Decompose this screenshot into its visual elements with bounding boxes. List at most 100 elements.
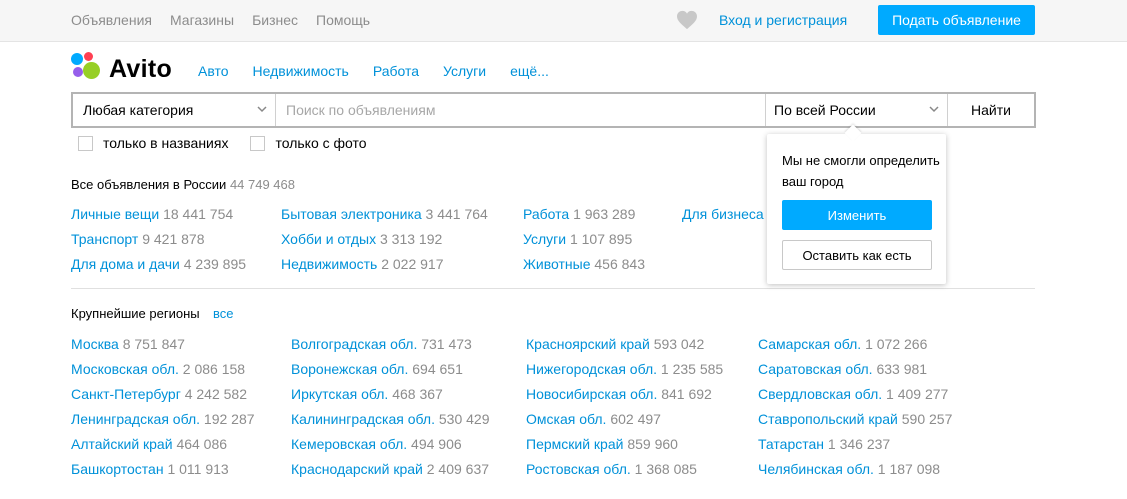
region-link[interactable]: Иркутская обл. — [291, 386, 388, 402]
region-link[interactable]: Санкт-Петербург — [71, 386, 181, 402]
top-nav-help[interactable]: Помощь — [316, 12, 370, 28]
category-item[interactable]: Бытовая электроника 3 441 764 — [281, 206, 488, 222]
region-link[interactable]: Ставропольский край — [758, 411, 898, 427]
category-item[interactable]: Услуги 1 107 895 — [523, 231, 632, 247]
nav-more[interactable]: ещё... — [510, 63, 549, 79]
nav-services[interactable]: Услуги — [443, 63, 486, 79]
region-link[interactable]: Краснодарский край — [291, 461, 423, 477]
chevron-down-icon — [929, 106, 939, 113]
region-link[interactable]: Москва — [71, 336, 119, 352]
region-count: 859 960 — [627, 436, 678, 452]
region-link[interactable]: Алтайский край — [71, 436, 173, 452]
region-item[interactable]: Челябинская обл. 1 187 098 — [758, 461, 940, 477]
region-item[interactable]: Самарская обл. 1 072 266 — [758, 336, 927, 352]
region-item[interactable]: Башкортостан 1 011 913 — [71, 461, 229, 477]
avito-logo[interactable]: Avito — [71, 52, 181, 84]
region-link[interactable]: Ростовская обл. — [526, 461, 631, 477]
category-link[interactable]: Личные вещи — [71, 206, 159, 222]
category-link[interactable]: Транспорт — [71, 231, 138, 247]
region-item[interactable]: Пермский край 859 960 — [526, 436, 678, 452]
keep-city-button[interactable]: Оставить как есть — [782, 240, 932, 270]
region-link[interactable]: Татарстан — [758, 436, 824, 452]
region-item[interactable]: Алтайский край 464 086 — [71, 436, 227, 452]
region-link[interactable]: Омская обл. — [526, 411, 606, 427]
search-input[interactable] — [276, 94, 766, 126]
region-item[interactable]: Нижегородская обл. 1 235 585 — [526, 361, 723, 377]
filter-titles-only-checkbox[interactable] — [78, 135, 93, 151]
category-count: 4 239 895 — [183, 256, 247, 272]
region-item[interactable]: Санкт-Петербург 4 242 582 — [71, 386, 247, 402]
region-item[interactable]: Омская обл. 602 497 — [526, 411, 661, 427]
category-link[interactable]: Хобби и отдых — [281, 231, 376, 247]
filter-titles-only[interactable]: только в названиях — [78, 135, 228, 151]
category-item[interactable]: Работа 1 963 289 — [523, 206, 635, 222]
region-item[interactable]: Иркутская обл. 468 367 — [291, 386, 443, 402]
top-nav-business[interactable]: Бизнес — [252, 12, 298, 28]
region-link[interactable]: Пермский край — [526, 436, 623, 452]
nav-jobs[interactable]: Работа — [373, 63, 419, 79]
top-bar: Объявления Магазины Бизнес Помощь Вход и… — [0, 0, 1127, 42]
region-item[interactable]: Татарстан 1 346 237 — [758, 436, 890, 452]
category-count: 1 963 289 — [573, 206, 636, 222]
category-item[interactable]: Транспорт 9 421 878 — [71, 231, 205, 247]
login-link[interactable]: Вход и регистрация — [719, 12, 847, 28]
region-item[interactable]: Саратовская обл. 633 981 — [758, 361, 927, 377]
category-link[interactable]: Бытовая электроника — [281, 206, 422, 222]
heart-icon[interactable] — [676, 10, 698, 30]
category-item[interactable]: Для бизнеса — [682, 206, 764, 222]
region-link[interactable]: Волгоградская обл. — [291, 336, 417, 352]
category-item[interactable]: Животные 456 843 — [523, 256, 645, 272]
nav-auto[interactable]: Авто — [198, 63, 229, 79]
category-link[interactable]: Животные — [523, 256, 591, 272]
region-item[interactable]: Москва 8 751 847 — [71, 336, 185, 352]
category-item[interactable]: Для дома и дачи 4 239 895 — [71, 256, 246, 272]
category-link[interactable]: Для дома и дачи — [71, 256, 180, 272]
category-item[interactable]: Личные вещи 18 441 754 — [71, 206, 233, 222]
change-city-button[interactable]: Изменить — [782, 200, 932, 230]
region-select[interactable]: По всей России — [766, 94, 948, 126]
filter-with-photo[interactable]: только с фото — [250, 135, 367, 151]
region-link[interactable]: Красноярский край — [526, 336, 650, 352]
category-item[interactable]: Недвижимость 2 022 917 — [281, 256, 444, 272]
region-link[interactable]: Кемеровская обл. — [291, 436, 407, 452]
region-link[interactable]: Свердловская обл. — [758, 386, 882, 402]
region-link[interactable]: Ленинградская обл. — [71, 411, 200, 427]
region-link[interactable]: Саратовская обл. — [758, 361, 873, 377]
region-item[interactable]: Ленинградская обл. 192 287 — [71, 411, 255, 427]
filter-titles-only-label: только в названиях — [103, 135, 229, 151]
region-item[interactable]: Свердловская обл. 1 409 277 — [758, 386, 948, 402]
regions-all-link[interactable]: все — [213, 306, 234, 321]
region-count: 464 086 — [176, 436, 228, 452]
category-link[interactable]: Услуги — [523, 231, 566, 247]
region-item[interactable]: Краснодарский край 2 409 637 — [291, 461, 489, 477]
find-button[interactable]: Найти — [948, 94, 1034, 126]
category-link[interactable]: Работа — [523, 206, 569, 222]
region-link[interactable]: Воронежская обл. — [291, 361, 408, 377]
region-link[interactable]: Новосибирская обл. — [526, 386, 657, 402]
category-item[interactable]: Хобби и отдых 3 313 192 — [281, 231, 442, 247]
category-link[interactable]: Недвижимость — [281, 256, 377, 272]
region-item[interactable]: Ставропольский край 590 257 — [758, 411, 952, 427]
region-item[interactable]: Калининградская обл. 530 429 — [291, 411, 490, 427]
region-item[interactable]: Красноярский край 593 042 — [526, 336, 704, 352]
region-link[interactable]: Московская обл. — [71, 361, 179, 377]
category-select[interactable]: Любая категория — [73, 94, 276, 126]
nav-realty[interactable]: Недвижимость — [253, 63, 349, 79]
popup-message: Мы не смогли определить ваш город — [782, 153, 940, 189]
region-link[interactable]: Нижегородская обл. — [526, 361, 657, 377]
top-nav-shops[interactable]: Магазины — [170, 12, 234, 28]
post-ad-button[interactable]: Подать объявление — [878, 5, 1035, 35]
region-item[interactable]: Воронежская обл. 694 651 — [291, 361, 463, 377]
region-link[interactable]: Челябинская обл. — [758, 461, 874, 477]
category-link[interactable]: Для бизнеса — [682, 206, 764, 222]
region-item[interactable]: Ростовская обл. 1 368 085 — [526, 461, 697, 477]
region-item[interactable]: Кемеровская обл. 494 906 — [291, 436, 462, 452]
region-link[interactable]: Калининградская обл. — [291, 411, 435, 427]
filter-with-photo-checkbox[interactable] — [250, 135, 266, 151]
top-nav-ads[interactable]: Объявления — [71, 12, 152, 28]
region-item[interactable]: Волгоградская обл. 731 473 — [291, 336, 472, 352]
region-item[interactable]: Новосибирская обл. 841 692 — [526, 386, 712, 402]
region-link[interactable]: Башкортостан — [71, 461, 164, 477]
region-item[interactable]: Московская обл. 2 086 158 — [71, 361, 245, 377]
region-link[interactable]: Самарская обл. — [758, 336, 861, 352]
